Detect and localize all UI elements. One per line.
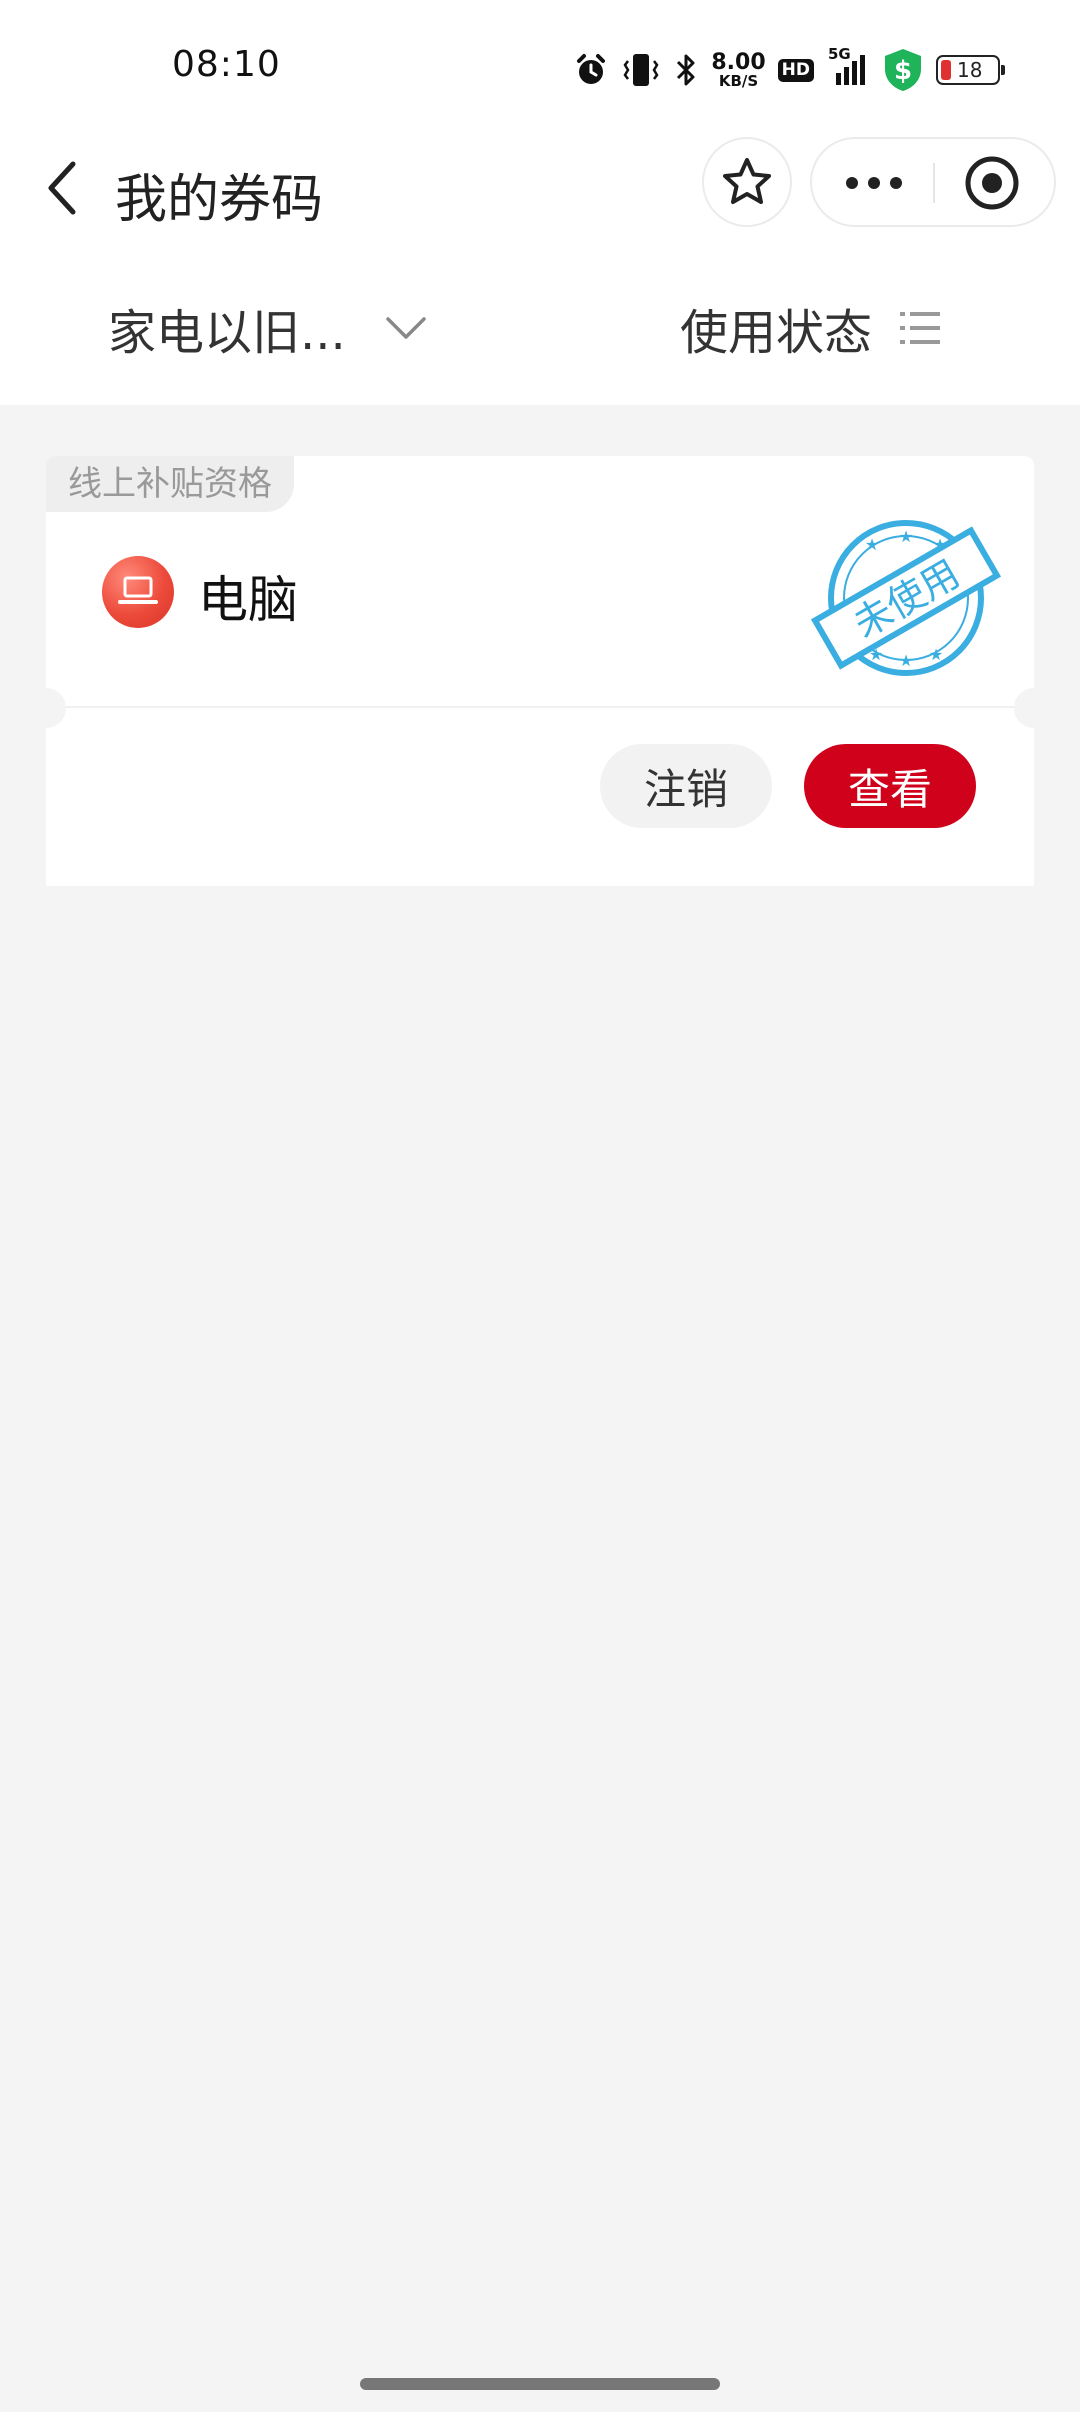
card-divider: [46, 706, 1034, 708]
voucher-type-tag: 线上补贴资格: [46, 456, 294, 512]
status-filter-label: 使用状态: [680, 305, 873, 361]
network-speed-unit: KB/S: [718, 71, 759, 90]
network-type-label: 5G: [828, 45, 851, 63]
svg-text:★: ★: [899, 651, 913, 670]
card-notch-left: [26, 688, 66, 728]
signal-icon: 5G: [826, 45, 870, 89]
status-icons: 8.00 KB/S HD 5G $ 18: [573, 42, 1005, 98]
filter-bar: 家电以旧... 使用状态: [0, 265, 1080, 405]
voucher-card[interactable]: 线上补贴资格 电脑 ★ ★ ★ ★ ★ ★ 未使用 注销 查看: [26, 456, 1054, 886]
category-filter-dropdown[interactable]: 家电以旧...: [108, 293, 428, 363]
page-title: 我的券码: [115, 170, 324, 230]
svg-text:★: ★: [865, 535, 879, 554]
battery-icon: 18: [936, 55, 1005, 85]
back-button[interactable]: [28, 153, 98, 223]
mini-program-capsule: [810, 137, 1056, 227]
nav-bar: 我的券码: [0, 135, 1080, 265]
more-dots-icon: [846, 177, 902, 189]
status-filter-dropdown[interactable]: 使用状态: [680, 293, 942, 363]
security-shield-icon: $: [882, 47, 924, 93]
more-button[interactable]: [834, 155, 914, 211]
target-circle-icon: [965, 156, 1019, 210]
vibrate-icon: [621, 51, 661, 89]
chevron-down-icon: [386, 317, 426, 339]
network-speed-value: 8.00: [711, 49, 766, 75]
bluetooth-icon: [673, 51, 699, 89]
status-time: 08:10: [172, 44, 281, 85]
star-icon: [723, 158, 771, 204]
svg-text:$: $: [894, 56, 912, 86]
alarm-icon: [573, 52, 609, 88]
product-name: 电脑: [198, 571, 298, 629]
category-filter-label: 家电以旧...: [108, 305, 346, 361]
hd-badge: HD: [777, 58, 814, 82]
home-indicator[interactable]: [360, 2378, 720, 2390]
svg-text:★: ★: [899, 527, 913, 546]
battery-level: 18: [957, 58, 983, 82]
unused-stamp: ★ ★ ★ ★ ★ ★ 未使用: [786, 498, 1026, 698]
status-bar: 08:10 8.00 KB/S HD 5G $ 18: [0, 0, 1080, 135]
close-miniprogram-button[interactable]: [962, 155, 1022, 211]
svg-text:★: ★: [929, 645, 943, 664]
cancel-voucher-button[interactable]: 注销: [600, 744, 772, 828]
view-voucher-button[interactable]: 查看: [804, 744, 976, 828]
list-icon: [900, 312, 941, 344]
card-notch-right: [1014, 688, 1054, 728]
network-speed: 8.00 KB/S: [711, 49, 766, 90]
capsule-divider: [933, 163, 935, 203]
favorite-button[interactable]: [702, 137, 792, 227]
battery-level-fill: [941, 60, 951, 80]
chevron-left-icon: [48, 161, 76, 215]
laptop-icon: [102, 556, 174, 628]
